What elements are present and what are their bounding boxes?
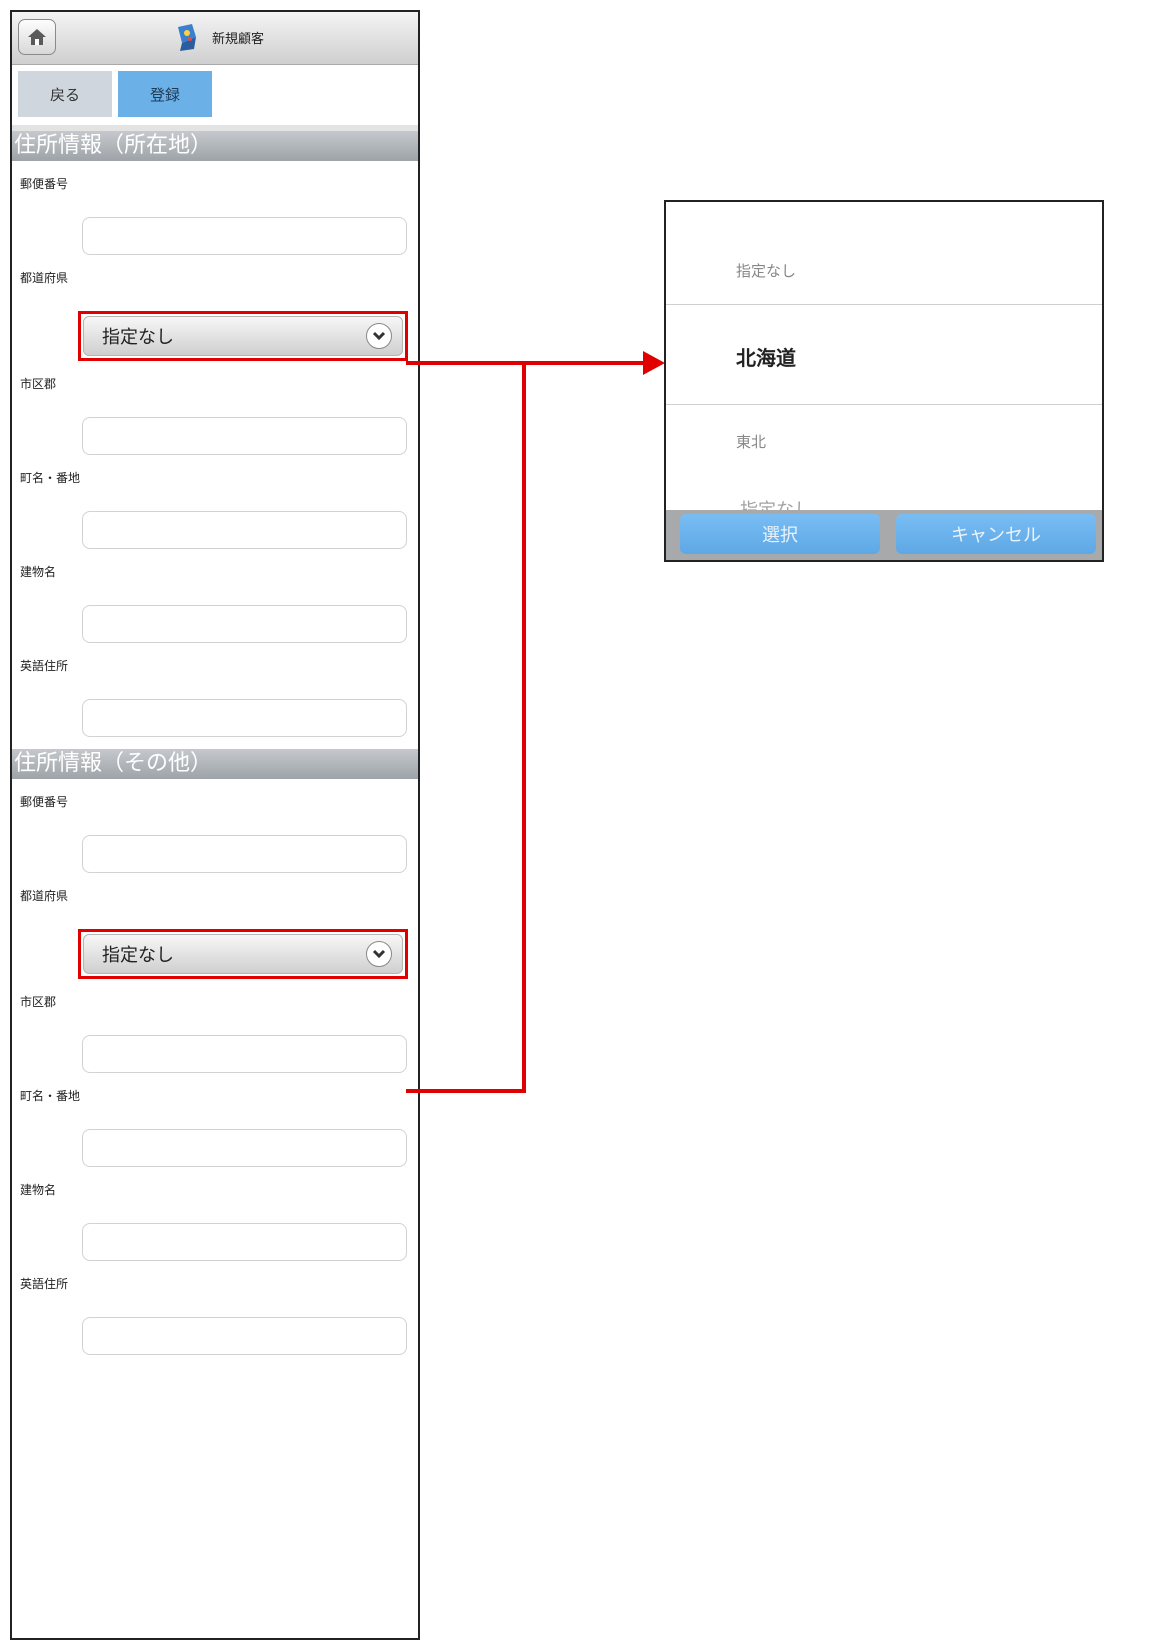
prefecture-select-value: 指定なし [102,327,174,348]
prefecture-highlight: 指定なし [78,929,408,979]
postal-input[interactable] [82,835,407,873]
app-header: 新規顧客 [12,12,418,65]
back-button[interactable]: 戻る [18,71,112,117]
street-label: 町名・番地 [20,1089,81,1103]
picker-button-bar: 選択 キャンセル [666,510,1102,560]
postal-input[interactable] [82,217,407,255]
picker-option-selected[interactable]: 北海道 [736,342,796,371]
prefecture-select-value: 指定なし [102,945,174,966]
home-icon [28,29,46,45]
building-label: 建物名 [20,1183,57,1197]
prefecture-highlight: 指定なし [78,311,408,361]
street-input[interactable] [82,1129,407,1167]
english-address-label: 英語住所 [20,659,69,673]
picker-option[interactable]: 指定なし [736,260,796,281]
phone-screen: 新規顧客 戻る 登録 住所情報（所在地） 郵便番号 都道府県 指定なし 市区郡 … [10,10,420,1640]
picker-divider [666,304,1102,305]
section-heading-location: 住所情報（所在地） [12,131,418,161]
cancel-button[interactable]: キャンセル [896,514,1096,554]
app-logo-icon [178,24,196,51]
prefecture-picker: 指定なし 北海道 東北 指定なし 選択 キャンセル [664,200,1104,562]
chevron-down-icon [366,941,392,967]
connector-line [406,1089,526,1093]
arrow-head-icon [643,351,665,375]
connector-line [522,361,526,1093]
postal-label: 郵便番号 [20,177,69,191]
street-input[interactable] [82,511,407,549]
prefecture-select[interactable]: 指定なし [83,316,403,356]
picker-option[interactable]: 東北 [736,431,766,452]
prefecture-select[interactable]: 指定なし [83,934,403,974]
building-input[interactable] [82,1223,407,1261]
register-button[interactable]: 登録 [118,71,212,117]
toolbar: 戻る 登録 [12,65,418,131]
section-heading-other: 住所情報（その他） [12,749,418,779]
city-input[interactable] [82,1035,407,1073]
select-button[interactable]: 選択 [680,514,880,554]
chevron-down-icon [366,323,392,349]
city-label: 市区郡 [20,995,57,1009]
building-input[interactable] [82,605,407,643]
prefecture-label: 都道府県 [20,271,69,285]
postal-label: 郵便番号 [20,795,69,809]
picker-divider [666,404,1102,405]
english-address-input[interactable] [82,699,407,737]
city-label: 市区郡 [20,377,57,391]
english-address-label: 英語住所 [20,1277,69,1291]
prefecture-label: 都道府県 [20,889,69,903]
connector-line [406,361,646,365]
english-address-input[interactable] [82,1317,407,1355]
city-input[interactable] [82,417,407,455]
building-label: 建物名 [20,565,57,579]
home-button[interactable] [18,19,56,55]
street-label: 町名・番地 [20,471,81,485]
page-title: 新規顧客 [212,32,265,47]
